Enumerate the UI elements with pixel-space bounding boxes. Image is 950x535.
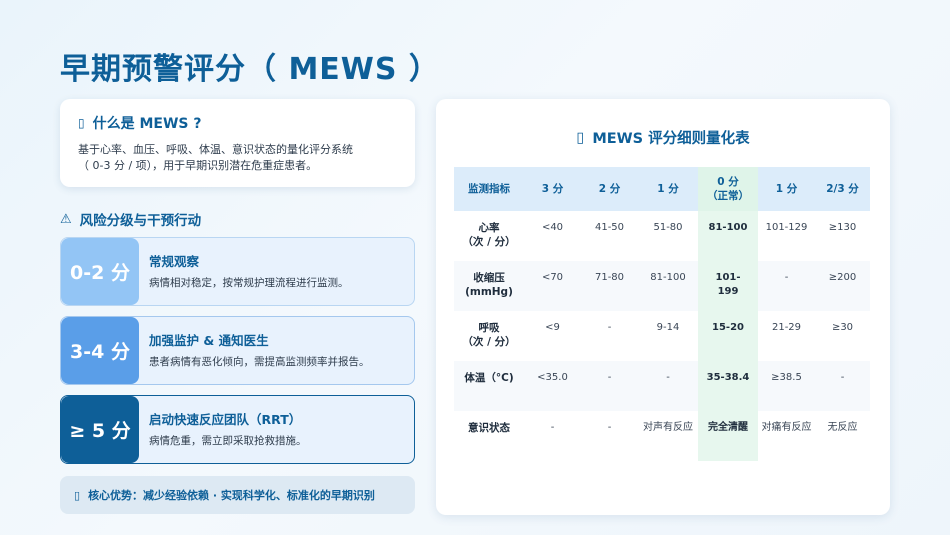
table-cell: -	[607, 322, 612, 333]
risk-level-body: 加强监护 & 通知医生 患者病情有恶化倾向，需提高监测频率并报告。	[139, 317, 380, 384]
table-cell: 9-14	[656, 322, 680, 333]
table-cell: 81-100	[638, 261, 698, 311]
risk-level-desc: 病情相对稳定，按常规护理流程进行监测。	[149, 277, 349, 289]
table-row: 体温（°C) <35.0 - - 35-38.4 ≥38.5 -	[454, 361, 870, 411]
table-row: 意识状态 - - 对声有反应 完全清醒 对痛有反应 无反应	[454, 411, 870, 461]
table-cell: 101-129	[765, 222, 808, 233]
risk-level-title: 常规观察	[149, 254, 200, 269]
table-cell: ≥130	[828, 222, 857, 233]
risk-heading-text: 风险分级与干预行动	[79, 213, 202, 229]
risk-section-heading: ⚠ 风险分级与干预行动	[60, 209, 202, 230]
table-cell-normal: 35-38.4	[698, 361, 758, 411]
table-cell-normal: 81-100	[698, 211, 758, 261]
table-cell: 无反应	[827, 422, 858, 433]
table-cell: <40	[541, 222, 564, 233]
mews-table-heading: ▯ MEWS 评分细则量化表	[436, 127, 890, 148]
table-cell: ≥30	[831, 322, 854, 333]
table-cell-normal: 完全清醒	[698, 411, 758, 461]
risk-level-high: ≥ 5 分 启动快速反应团队（RRT） 病情危重，需立即采取抢救措施。	[60, 395, 415, 464]
star-icon: ▯	[74, 488, 81, 502]
risk-level-desc: 患者病情有恶化倾向，需提高监测频率并报告。	[149, 356, 370, 368]
mews-score-table: 监测指标 3 分 2 分 1 分 0 分 （正常） 1 分 2/3 分 心率 （…	[454, 167, 870, 461]
core-advantage-text: 核心优势：减少经验依赖 · 实现科学化、标准化的早期识别	[88, 489, 375, 502]
column-header: 监测指标	[454, 167, 524, 211]
row-label: 意识状态	[468, 422, 510, 434]
risk-level-medium: 3-4 分 加强监护 & 通知医生 患者病情有恶化倾向，需提高监测频率并报告。	[60, 316, 415, 385]
table-cell-normal: 15-20	[698, 311, 758, 361]
table-cell: ≥38.5	[758, 361, 815, 411]
column-header: 2 分	[581, 167, 638, 211]
risk-level-body: 常规观察 病情相对稳定，按常规护理流程进行监测。	[139, 238, 359, 305]
risk-level-score: 0-2 分	[61, 238, 139, 305]
table-cell: 51-80	[653, 222, 683, 233]
risk-level-title: 加强监护 & 通知医生	[149, 333, 269, 348]
column-header: 1 分	[638, 167, 698, 211]
table-cell-normal: 101- 199	[698, 261, 758, 311]
table-cell: 21-29	[771, 322, 802, 333]
table-row: 呼吸 （次 / 分） <9 - 9-14 15-20 21-29 ≥30	[454, 311, 870, 361]
table-cell: ≥200	[815, 261, 870, 311]
row-label: 心率 （次 / 分）	[462, 222, 516, 248]
page-title: 早期预警评分（ MEWS ）	[60, 52, 440, 87]
table-cell: 对痛有反应	[761, 422, 812, 433]
what-desc-line-2: （ 0-3 分 / 项），用于早期识别潜在危重症患者。	[78, 159, 318, 172]
core-advantage-banner: ▯ 核心优势：减少经验依赖 · 实现科学化、标准化的早期识别	[60, 476, 415, 514]
table-cell: -	[815, 361, 870, 411]
table-header-row: 监测指标 3 分 2 分 1 分 0 分 （正常） 1 分 2/3 分	[454, 167, 870, 211]
risk-level-score: 3-4 分	[61, 317, 139, 384]
mews-table-title: MEWS 评分细则量化表	[592, 131, 750, 147]
table-icon: ▯	[576, 129, 585, 146]
row-label: 体温（°C)	[454, 361, 524, 411]
risk-level-body: 启动快速反应团队（RRT） 病情危重，需立即采取抢救措施。	[139, 396, 317, 463]
info-icon: ▯	[78, 116, 85, 130]
what-desc-line-1: 基于心率、血压、呼吸、体温、意识状态的量化评分系统	[78, 143, 353, 156]
risk-level-title: 启动快速反应团队（RRT）	[149, 412, 302, 427]
what-is-mews-card: ▯ 什么是 MEWS ? 基于心率、血压、呼吸、体温、意识状态的量化评分系统 （…	[60, 99, 415, 187]
row-label: 收缩压 (mmHg)	[454, 261, 524, 311]
what-is-mews-description: 基于心率、血压、呼吸、体温、意识状态的量化评分系统 （ 0-3 分 / 项），用…	[78, 142, 397, 174]
what-is-mews-heading: ▯ 什么是 MEWS ?	[78, 113, 397, 133]
risk-level-score: ≥ 5 分	[61, 396, 139, 463]
column-header: 1 分	[758, 167, 815, 211]
what-is-mews-title: 什么是 MEWS ?	[92, 116, 202, 132]
table-cell: <9	[545, 322, 560, 333]
table-cell: 41-50	[594, 222, 625, 233]
column-header-normal: 0 分 （正常）	[698, 167, 758, 211]
table-cell: <35.0	[524, 361, 581, 411]
table-row: 收缩压 (mmHg) <70 71-80 81-100 101- 199 - ≥…	[454, 261, 870, 311]
row-label: 呼吸 （次 / 分）	[462, 322, 516, 348]
table-cell: -	[758, 261, 815, 311]
table-cell: 对声有反应	[643, 422, 693, 433]
table-row: 心率 （次 / 分） <40 41-50 51-80 81-100 101-12…	[454, 211, 870, 261]
column-header: 3 分	[524, 167, 581, 211]
table-cell: -	[607, 422, 612, 433]
table-cell: 71-80	[581, 261, 638, 311]
risk-level-desc: 病情危重，需立即采取抢救措施。	[149, 435, 307, 447]
risk-level-low: 0-2 分 常规观察 病情相对稳定，按常规护理流程进行监测。	[60, 237, 415, 306]
column-header: 2/3 分	[815, 167, 870, 211]
warning-icon: ⚠	[60, 211, 72, 227]
table-cell: <70	[524, 261, 581, 311]
table-cell: -	[581, 361, 638, 411]
table-cell: -	[550, 422, 555, 433]
table-cell: -	[638, 361, 698, 411]
mews-table-card: ▯ MEWS 评分细则量化表 监测指标 3 分 2 分 1 分 0 分 （正常）…	[436, 99, 890, 515]
